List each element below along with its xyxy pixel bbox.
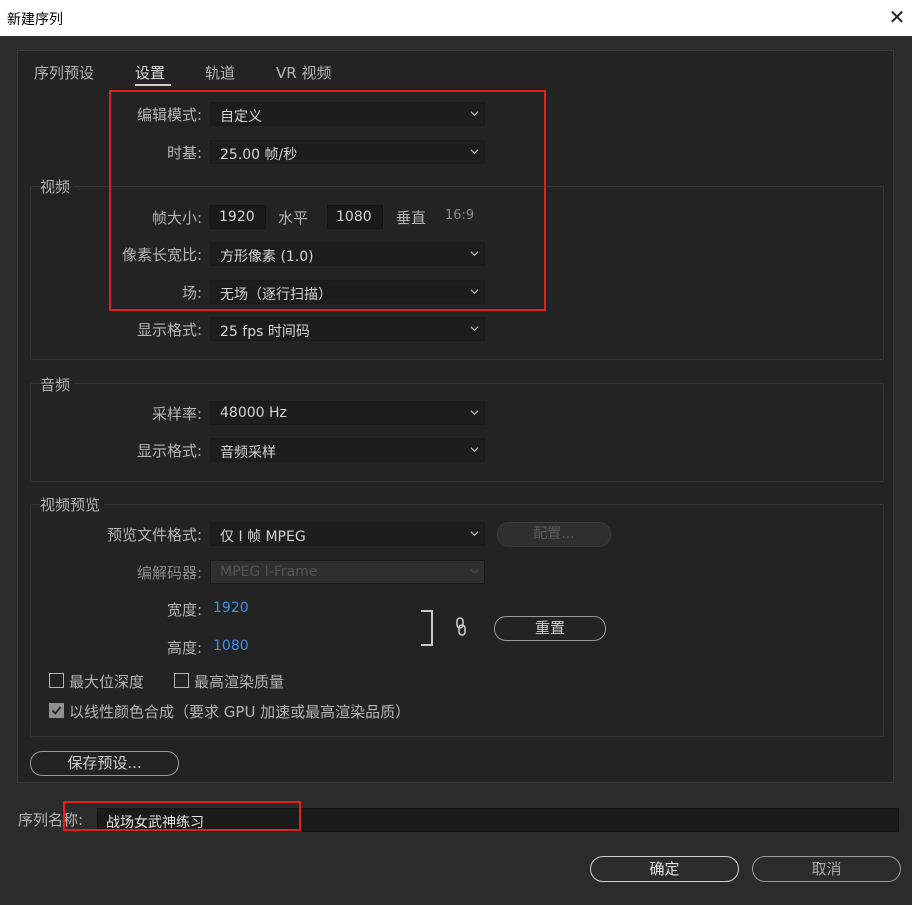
checkmark-icon [51,706,62,715]
preview-width-label: 宽度: [166,601,202,619]
preview-file-format-value: 仅 I 帧 MPEG [220,529,306,545]
highlight-box-settings [109,90,546,311]
sample-rate-value: 48000 Hz [220,405,287,421]
close-icon[interactable]: ✕ [885,2,909,32]
video-display-format-label: 显示格式: [136,321,202,339]
ok-button[interactable]: 确定 [590,856,739,882]
linear-color-label: 以线性颜色合成（要求 GPU 加速或最高渲染品质） [69,703,411,721]
video-display-format-select[interactable]: 25 fps 时间码 [210,317,485,341]
chevron-down-icon [470,410,479,416]
audio-group-label: 音频 [40,374,75,395]
chevron-down-icon [470,326,479,332]
active-tab-indicator [135,84,171,86]
preview-file-format-label: 预览文件格式: [106,526,202,544]
codec-label: 编解码器: [136,564,202,582]
reset-button[interactable]: 重置 [494,616,606,641]
audio-display-format-select[interactable]: 音频采样 [210,438,485,462]
audio-display-format-label: 显示格式: [136,442,202,460]
codec-select: MPEG I-Frame [210,560,485,584]
preview-height-value[interactable]: 1080 [213,638,249,654]
linear-color-checkbox[interactable] [49,703,64,718]
chevron-down-icon [470,569,479,575]
highlight-box-sequence-name [63,801,301,831]
chevron-down-icon [470,531,479,537]
audio-display-format-value: 音频采样 [220,445,276,461]
window-title: 新建序列 [7,12,63,28]
codec-value: MPEG I-Frame [220,564,318,580]
title-bar: 新建序列 ✕ [0,0,912,36]
max-render-quality-checkbox[interactable] [174,673,189,688]
video-group-label: 视频 [40,176,75,197]
tab-settings[interactable]: 设置 [135,62,165,83]
sample-rate-label: 采样率: [151,405,202,423]
video-display-format-value: 25 fps 时间码 [220,324,310,340]
bracket-icon [421,610,433,646]
chevron-down-icon [470,447,479,453]
preview-file-format-select[interactable]: 仅 I 帧 MPEG [210,522,485,546]
sample-rate-select[interactable]: 48000 Hz [210,401,485,425]
tab-tracks[interactable]: 轨道 [205,62,235,83]
cancel-button[interactable]: 取消 [752,856,901,882]
tab-sequence-presets[interactable]: 序列预设 [34,62,94,83]
save-preset-button[interactable]: 保存预设... [30,751,179,776]
preview-height-label: 高度: [166,639,202,657]
max-bit-depth-checkbox[interactable] [49,673,64,688]
max-render-quality-label: 最高渲染质量 [194,673,285,691]
audio-group [30,383,884,482]
video-preview-group-label: 视频预览 [40,494,105,515]
configure-button[interactable]: 配置... [497,522,611,547]
link-icon[interactable] [454,617,468,637]
tab-vr-video[interactable]: VR 视频 [276,62,331,83]
preview-width-value[interactable]: 1920 [213,600,249,616]
max-bit-depth-label: 最大位深度 [69,673,145,691]
